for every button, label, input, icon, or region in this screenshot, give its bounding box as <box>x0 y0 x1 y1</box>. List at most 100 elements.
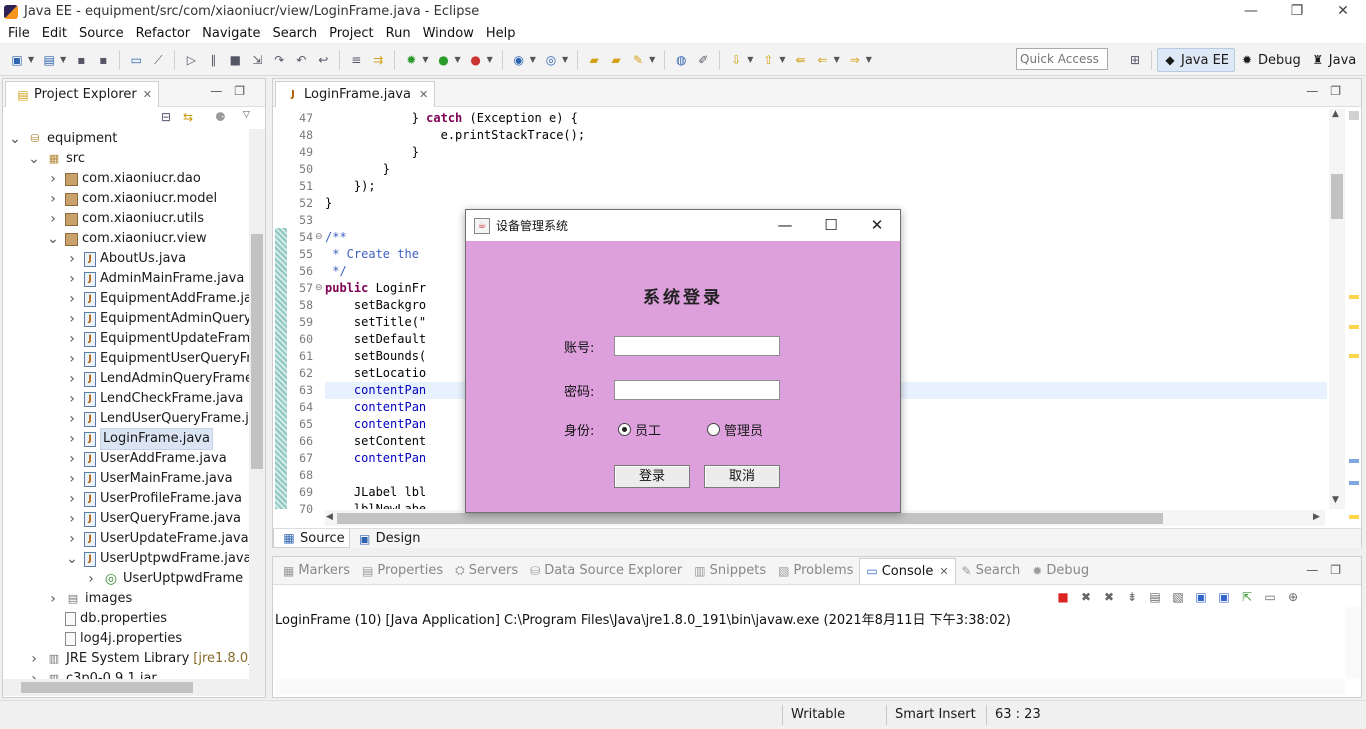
suspend-icon[interactable]: ∥ <box>205 52 221 68</box>
menu-run[interactable]: Run <box>380 26 417 41</box>
chevron-down-icon[interactable]: ⌄ <box>66 549 78 569</box>
tree-item[interactable]: › ▤ images <box>47 589 132 609</box>
role-admin-radio[interactable]: 管理员 <box>707 420 763 439</box>
tree-item[interactable]: › J UserQueryFrame.java <box>66 509 241 529</box>
quick-access-input[interactable] <box>1016 48 1108 70</box>
debug-dropdown-icon[interactable]: ▼ <box>422 55 428 64</box>
new-project-icon[interactable]: ▤ <box>41 52 57 68</box>
chevron-down-icon[interactable]: ⌄ <box>9 129 21 149</box>
console-vertical-scrollbar[interactable] <box>1345 607 1361 679</box>
toggle-block-icon[interactable]: ≡ <box>348 52 364 68</box>
dialog-close-button[interactable]: ✕ <box>854 210 900 241</box>
menu-search[interactable]: Search <box>266 26 323 41</box>
step-into-icon[interactable]: ↷ <box>271 52 287 68</box>
globe-icon[interactable]: ◍ <box>673 52 689 68</box>
perspective-debug[interactable]: ✹ Debug <box>1235 48 1306 72</box>
clear-console-icon[interactable]: ▧ <box>1170 589 1186 605</box>
previous-annotation-dropdown-icon[interactable]: ▼ <box>779 55 785 64</box>
view-min-max-icons[interactable]: —❐ <box>1306 563 1353 577</box>
tree-item[interactable]: ⌄ ▦ src <box>28 149 85 169</box>
search-tool-icon[interactable]: ✎ <box>630 52 646 68</box>
chevron-right-icon[interactable]: › <box>47 189 59 209</box>
show-on-stdout-icon[interactable]: ▣ <box>1193 589 1209 605</box>
chevron-right-icon[interactable]: › <box>47 209 59 229</box>
explorer-vertical-scrollbar[interactable] <box>249 129 265 679</box>
explorer-horizontal-scrollbar[interactable] <box>3 679 265 696</box>
chevron-down-icon[interactable]: ⌄ <box>47 229 59 249</box>
tree-item[interactable]: › ◎ UserUptpwdFrame <box>85 569 243 589</box>
username-input[interactable] <box>614 336 780 356</box>
dialog-maximize-button[interactable]: ☐ <box>808 210 854 241</box>
tree-item[interactable]: › J LendUserQueryFrame.jav <box>66 409 249 429</box>
chevron-right-icon[interactable]: › <box>66 469 78 489</box>
run-dropdown-icon[interactable]: ▼ <box>454 55 460 64</box>
chevron-right-icon[interactable]: › <box>47 169 59 189</box>
login-button[interactable]: 登录 <box>614 465 690 488</box>
tree-item[interactable]: › ▥ JRE System Library[jre1.8.0_19 <box>28 649 249 669</box>
perspective-java-ee[interactable]: ◆ Java EE <box>1157 48 1236 72</box>
fold-toggle-icon[interactable]: ⊖ <box>315 283 323 293</box>
open-task-icon[interactable]: ▰ <box>608 52 624 68</box>
chevron-right-icon[interactable]: › <box>66 389 78 409</box>
previous-annotation-icon[interactable]: ⇧ <box>760 52 776 68</box>
back-dropdown-icon[interactable]: ▼ <box>834 55 840 64</box>
tree-item[interactable]: › ▥ c3p0-0.9.1.jar <box>28 669 157 679</box>
menu-navigate[interactable]: Navigate <box>196 26 266 41</box>
tab-markers[interactable]: ▦ Markers <box>277 558 356 584</box>
chevron-right-icon[interactable]: › <box>28 649 40 669</box>
tree-item[interactable]: › J LendCheckFrame.java <box>66 389 243 409</box>
chevron-right-icon[interactable]: › <box>66 249 78 269</box>
chevron-down-icon[interactable]: ⌄ <box>28 149 40 169</box>
new-dropdown-icon[interactable]: ▼ <box>28 55 34 64</box>
chevron-right-icon[interactable]: › <box>66 429 78 449</box>
tree-item[interactable]: › com.xiaoniucr.model <box>47 189 217 209</box>
step-return-icon[interactable]: ↩ <box>315 52 331 68</box>
tab-servers[interactable]: ⛭ Servers <box>449 558 524 584</box>
web-service-dropdown-icon[interactable]: ▼ <box>562 55 568 64</box>
new-icon[interactable]: ▣ <box>9 52 25 68</box>
tree-item[interactable]: › J UserUpdateFrame.java <box>66 529 248 549</box>
tree-item[interactable]: › J AdminMainFrame.java <box>66 269 244 289</box>
terminal-icon[interactable]: ▭ <box>128 52 144 68</box>
view-min-max-icons[interactable]: —❐ <box>1306 84 1353 98</box>
tree-item[interactable]: › com.xiaoniucr.dao <box>47 169 201 189</box>
minimize-window-button[interactable]: — <box>1228 0 1274 23</box>
coverage-icon[interactable]: ● <box>468 52 484 68</box>
perspective-java[interactable]: ♜ Java <box>1306 48 1361 72</box>
menu-refactor[interactable]: Refactor <box>130 26 197 41</box>
chevron-right-icon[interactable]: › <box>66 349 78 369</box>
focus-task-icon[interactable]: ⚈ <box>215 110 226 124</box>
tree-item[interactable]: ⌄ J UserUptpwdFrame.java <box>66 549 249 569</box>
chevron-right-icon[interactable]: › <box>66 489 78 509</box>
menu-source[interactable]: Source <box>73 26 130 41</box>
chevron-right-icon[interactable]: › <box>66 369 78 389</box>
forward-dropdown-icon[interactable]: ▼ <box>866 55 872 64</box>
chevron-right-icon[interactable]: › <box>66 449 78 469</box>
external-tools-icon[interactable]: ◉ <box>511 52 527 68</box>
tree-item[interactable]: db.properties <box>47 609 167 629</box>
chevron-right-icon[interactable]: › <box>66 509 78 529</box>
new-project-dropdown-icon[interactable]: ▼ <box>60 55 66 64</box>
save-all-icon[interactable]: ▪ <box>95 52 111 68</box>
menu-file[interactable]: File <box>2 26 36 41</box>
link-with-editor-icon[interactable]: ⇆ <box>183 110 193 124</box>
back-icon[interactable]: ⇐ <box>815 52 831 68</box>
tab-properties[interactable]: ▤ Properties <box>356 558 449 584</box>
terminate-icon[interactable]: ■ <box>227 52 243 68</box>
close-tab-icon[interactable]: ✕ <box>939 565 948 578</box>
open-type-icon[interactable]: ▰ <box>586 52 602 68</box>
tree-item[interactable]: ⌄ com.xiaoniucr.view <box>47 229 206 249</box>
tree-item[interactable]: › J EquipmentUpdateFrame <box>66 329 249 349</box>
chevron-right-icon[interactable]: › <box>28 669 40 679</box>
chevron-right-icon[interactable]: › <box>66 409 78 429</box>
mark-occurrences-icon[interactable]: ✐ <box>695 52 711 68</box>
show-on-stderr-icon[interactable]: ▣ <box>1216 589 1232 605</box>
resume-icon[interactable]: ▷ <box>183 52 199 68</box>
tree-item[interactable]: › com.xiaoniucr.utils <box>47 209 204 229</box>
chevron-right-icon[interactable]: › <box>66 529 78 549</box>
tab-snippets[interactable]: ▥ Snippets <box>688 558 772 584</box>
view-min-max-icons[interactable]: —❐ <box>210 84 257 98</box>
save-icon[interactable]: ▪ <box>73 52 89 68</box>
tree-item[interactable]: › J UserMainFrame.java <box>66 469 232 489</box>
project-explorer-tab[interactable]: ▤ Project Explorer ✕ <box>5 81 159 107</box>
